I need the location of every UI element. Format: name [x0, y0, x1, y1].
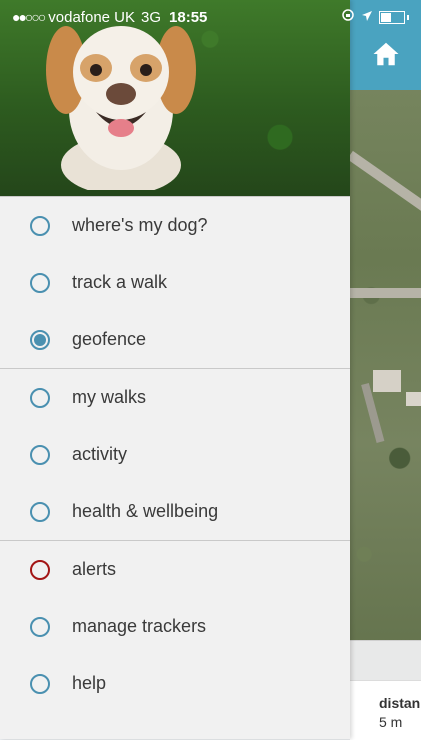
status-right-icons — [341, 8, 409, 26]
distance-label: distan — [379, 695, 421, 711]
carrier-name: vodafone UK — [48, 8, 136, 26]
menu-item-wheres-my-dog[interactable]: where's my dog? — [0, 197, 350, 254]
location-arrow-icon — [361, 9, 373, 26]
menu-item-label: track a walk — [72, 272, 168, 292]
menu-item-track-a-walk[interactable]: track a walk — [0, 254, 350, 311]
battery-icon — [379, 10, 405, 24]
menu-item-geofence[interactable]: geofence — [0, 311, 350, 368]
menu-item-manage-trackers[interactable]: manage trackers — [0, 598, 350, 655]
menu-section-stats: my walks activity health & wellbeing — [0, 368, 350, 540]
menu-item-label: alerts — [72, 559, 117, 579]
signal-strength-icon: ●●○○○ — [12, 9, 46, 25]
status-time: 18:55 — [169, 8, 208, 26]
lock-rotation-icon — [341, 8, 355, 26]
status-bar: ●●○○○ vodafone UK 3G 18:55 — [0, 0, 421, 34]
menu-item-label: my walks — [72, 387, 147, 407]
menu-item-health-wellbeing[interactable]: health & wellbeing — [0, 483, 350, 540]
menu-item-label: geofence — [72, 329, 147, 349]
radio-unselected-icon[interactable] — [30, 616, 50, 637]
menu-item-label: manage trackers — [72, 616, 207, 636]
radio-unselected-icon[interactable] — [30, 673, 50, 694]
menu-item-activity[interactable]: activity — [0, 426, 350, 483]
menu-item-alerts[interactable]: alerts — [0, 541, 350, 598]
side-drawer: where's my dog? track a walk geofence my… — [0, 0, 350, 739]
network-type: 3G — [141, 8, 162, 26]
radio-unselected-icon[interactable] — [30, 501, 50, 522]
menu-item-my-walks[interactable]: my walks — [0, 369, 350, 426]
radio-selected-icon[interactable] — [30, 329, 50, 350]
distance-value: 5 m — [379, 714, 403, 730]
menu-item-help[interactable]: help — [0, 655, 350, 712]
distance-panel: distan 5 m — [350, 680, 421, 740]
radio-unselected-icon[interactable] — [30, 559, 50, 580]
map-bottom-bar — [350, 640, 421, 681]
map-building — [406, 392, 421, 406]
menu-item-label: health & wellbeing — [72, 501, 219, 521]
battery-tip — [407, 14, 409, 20]
home-icon — [371, 39, 401, 74]
menu-item-label: where's my dog? — [72, 215, 208, 235]
menu-section-tracking: where's my dog? track a walk geofence — [0, 196, 350, 368]
map-road — [347, 150, 421, 223]
radio-unselected-icon[interactable] — [30, 444, 50, 465]
radio-unselected-icon[interactable] — [30, 387, 50, 408]
map-road — [350, 288, 421, 298]
map-building — [373, 370, 401, 392]
menu-item-label: activity — [72, 444, 128, 464]
radio-unselected-icon[interactable] — [30, 272, 50, 293]
radio-unselected-icon[interactable] — [30, 215, 50, 236]
menu-item-label: help — [72, 673, 107, 693]
menu-section-settings: alerts manage trackers help — [0, 540, 350, 712]
map-view[interactable]: distan 5 m — [347, 0, 421, 740]
